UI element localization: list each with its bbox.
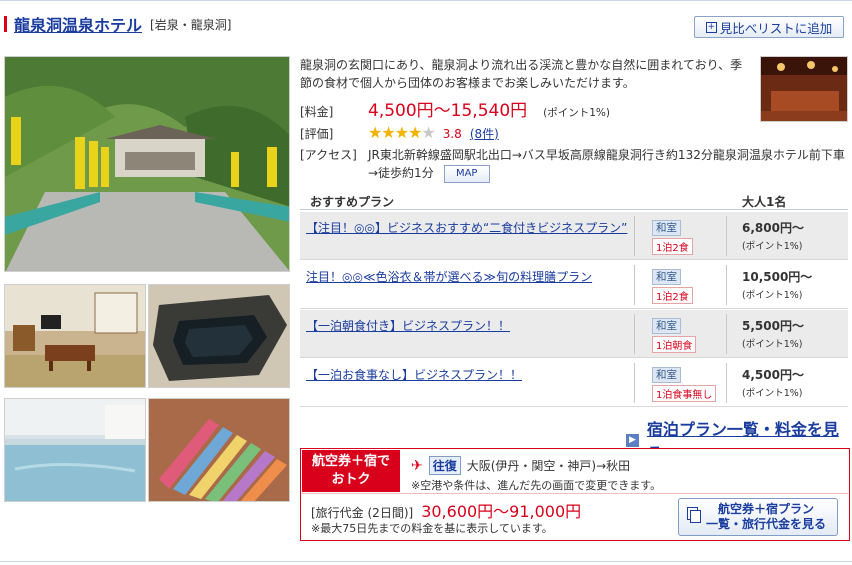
price-points: (ポイント1%) [543,107,611,119]
plus-box-icon: + [705,21,717,33]
divider [634,265,635,305]
plan-points: (ポイント1%) [742,388,803,399]
meal-type-badge: 1泊朝食 [652,336,697,353]
bottom-divider [0,561,852,562]
route-line: ✈ 往復 大阪(伊丹・関空・神戸)→秋田 [411,456,630,475]
price-range: 4,500円〜15,540円 [368,101,528,121]
route-text: 大阪(伊丹・関空・神戸)→秋田 [466,459,631,473]
reviews-link[interactable]: (8件) [470,125,499,142]
plans-header-price: 大人1名 [742,195,787,209]
room-photo[interactable] [4,284,146,388]
plan-title-link[interactable]: 【一泊お食事なし】ビジネスプラン！！ [306,366,522,383]
access-text: JR東北新幹線盛岡駅北出口→バス早坂高原線龍泉洞行き約132分龍泉洞温泉ホテル前… [368,148,845,180]
meal-type-badge: 1泊2食 [652,287,693,304]
badge-line-2: おトク [331,472,371,487]
plan-points: (ポイント1%) [742,290,803,301]
yukata-photo[interactable] [148,398,290,502]
main-hotel-photo[interactable] [4,56,290,272]
access-info: JR東北新幹線盛岡駅北出口→バス早坂高原線龍泉洞行き約132分龍泉洞温泉ホテル前… [368,146,848,183]
plan-row: 【一泊朝食付き】ビジネスプラン！！ 和室 1泊朝食 5,500円〜 (ポイント1… [300,310,848,358]
plan-price: 10,500円〜 [742,270,813,284]
divider [634,216,635,256]
plan-title-link[interactable]: 【注目！◎◎】ビジネスおすすめ“二食付きビジネスプラン” [306,219,627,236]
airport-note: ※空港や条件は、進んだ先の画面で変更できます。 [411,479,662,492]
roundtrip-badge: 往復 [428,456,461,475]
divider [726,216,727,256]
hotel-description: 龍泉洞の玄関口にあり、龍泉洞より流れ出る渓流と豊かな自然に囲まれており、季節の食… [300,58,743,90]
plan-title-link[interactable]: 【一泊朝食付き】ビジネスプラン！！ [306,317,510,334]
rating-row: [評価] ★★★★★ 3.8 (8件) [300,123,499,142]
price-row: [料金] 4,500円〜15,540円 (ポイント1%) [300,96,610,121]
price-label: [料金] [300,105,334,119]
airplane-icon: ✈ [411,457,423,474]
arrow-right-icon: ▶ [626,433,639,447]
document-icon [687,507,701,523]
plan-price: 5,500円〜 [742,319,804,333]
plan-points: (ポイント1%) [742,241,803,252]
plan-row: 【注目！◎◎】ビジネスおすすめ“二食付きビジネスプラン” 和室 1泊2食 6,8… [300,212,848,260]
filled-stars: ★★★★ [368,123,422,142]
divider [302,493,848,494]
empty-star: ★ [421,123,435,142]
rating-label: [評価] [300,127,334,141]
air-hotel-box: 航空券＋宿で おトク ✈ 往復 大阪(伊丹・関空・神戸)→秋田 ※空港や条件は、… [300,448,850,541]
access-label: [アクセス] [300,148,357,162]
red-accent-mark [4,16,7,32]
plans-header-plan: おすすめプラン [310,195,395,209]
divider [634,314,635,354]
plan-title-link[interactable]: 注目！◎◎≪色浴衣＆帯が選べる≫旬の料理膳プラン [306,268,592,285]
meal-type-badge: 1泊食事無し [652,385,717,402]
divider [726,314,727,354]
badge-line-1: 航空券＋宿で [311,454,390,469]
hotel-area: [岩泉・龍泉洞] [150,17,232,32]
divider [634,363,635,403]
lobby-thumbnail[interactable] [760,56,848,122]
air-hotel-plans-button[interactable]: 航空券＋宿プラン 一覧・旅行代金を見る [678,498,838,536]
compare-button-label: 見比べリストに追加 [719,20,833,36]
hotel-name-link[interactable]: 龍泉洞温泉ホテル [14,12,142,36]
add-to-compare-button[interactable]: + 見比べリストに追加 [694,16,844,38]
button-line-2: 一覧・旅行代金を見る [705,517,826,531]
divider [726,265,727,305]
travel-price-row: [旅行代金 (2日間)] 30,600円〜91,000円 [311,498,581,522]
access-row: [アクセス] [300,146,368,163]
plan-row: 注目！◎◎≪色浴衣＆帯が選べる≫旬の料理膳プラン 和室 1泊2食 10,500円… [300,261,848,309]
hotel-header: 龍泉洞温泉ホテル [岩泉・龍泉洞] [4,12,231,36]
travel-label: [旅行代金 (2日間)] [311,506,414,520]
travel-price: 30,600円〜91,000円 [421,502,582,521]
star-rating-icon: ★★★★★ [368,123,436,142]
travel-price-note: ※最大75日先までの料金を基に表示しています。 [311,522,553,535]
room-type-badge: 和室 [652,318,681,334]
meal-type-badge: 1泊2食 [652,238,693,255]
rating-value: 3.8 [442,127,462,141]
indoor-bath-photo[interactable] [4,398,146,502]
divider [726,363,727,403]
plan-price: 6,800円〜 [742,221,804,235]
plan-row: 【一泊お食事なし】ビジネスプラン！！ 和室 1泊食事無し 4,500円〜 (ポイ… [300,359,848,407]
air-hotel-badge: 航空券＋宿で おトク [302,450,400,492]
room-type-badge: 和室 [652,367,681,383]
bath-photo[interactable] [148,284,290,388]
button-line-1: 航空券＋宿プラン [717,502,814,516]
room-type-badge: 和室 [652,220,681,236]
plan-price: 4,500円〜 [742,368,804,382]
map-button[interactable]: MAP [443,164,490,183]
plans-header: おすすめプラン 大人1名 [300,191,848,210]
room-type-badge: 和室 [652,269,681,285]
plan-points: (ポイント1%) [742,339,803,350]
